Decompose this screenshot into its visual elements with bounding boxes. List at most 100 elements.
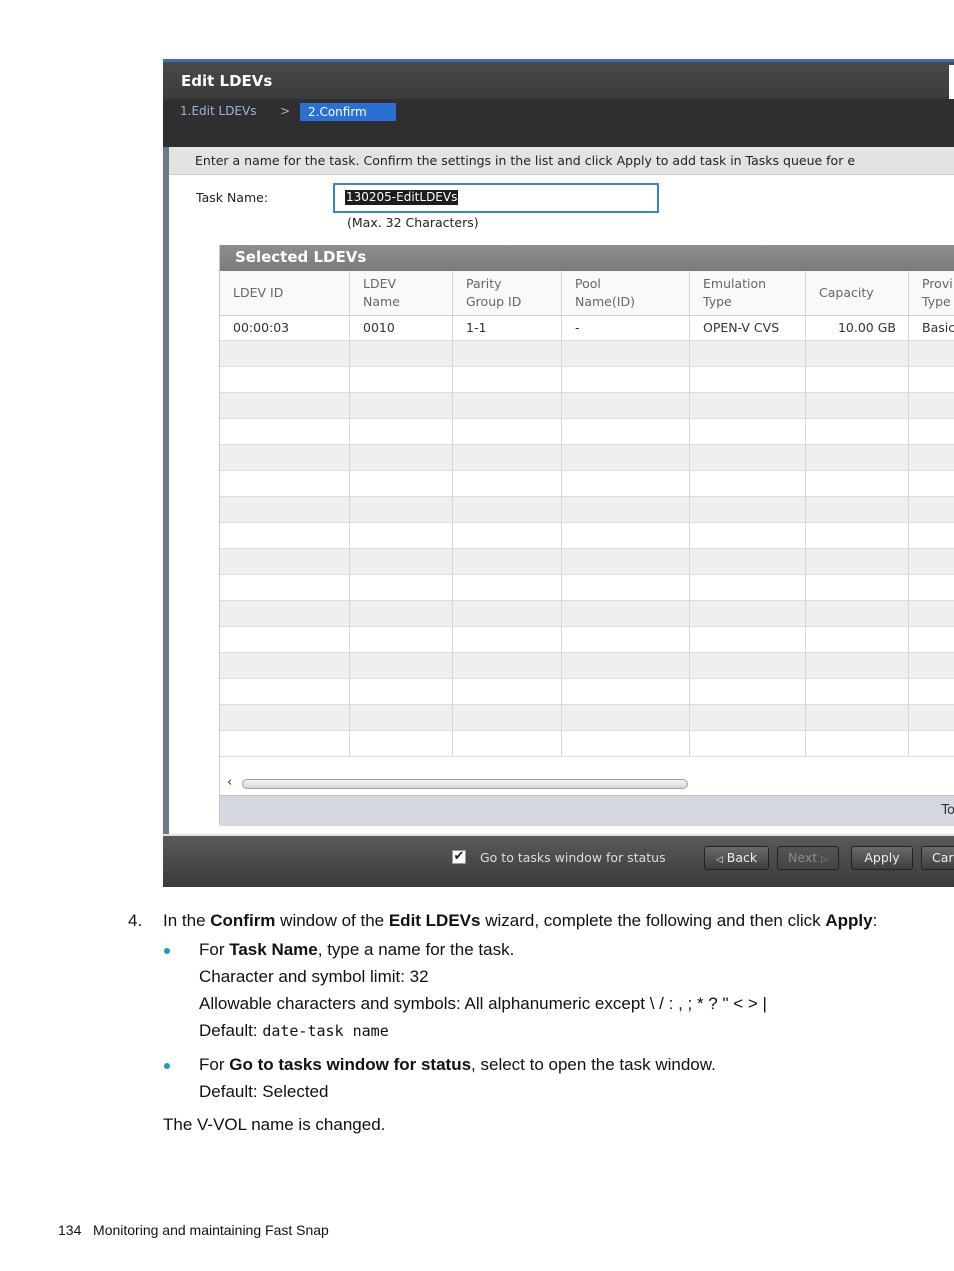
table-row[interactable] bbox=[220, 705, 954, 731]
cell-capacity: 10.00 GB bbox=[806, 315, 909, 340]
cell-capacity bbox=[806, 601, 909, 626]
cell-capacity bbox=[806, 549, 909, 574]
cell-ldev-name bbox=[350, 523, 453, 548]
column-header-ldev-name[interactable]: LDEV Name bbox=[350, 271, 453, 315]
next-button[interactable]: Next ▷ bbox=[777, 846, 839, 870]
step-edit-ldevs[interactable]: 1.Edit LDEVs bbox=[180, 104, 256, 118]
table-row[interactable] bbox=[220, 627, 954, 653]
horizontal-scrollbar[interactable]: ‹ bbox=[220, 773, 954, 795]
cell-parity-group-id bbox=[453, 497, 562, 522]
table-row[interactable] bbox=[220, 731, 954, 757]
cell-ldev-id bbox=[220, 627, 350, 652]
cell-emulation-type bbox=[690, 419, 806, 444]
task-name-input[interactable]: 130205-EditLDEVs bbox=[333, 183, 659, 213]
cell-ldev-name bbox=[350, 601, 453, 626]
table-row[interactable] bbox=[220, 341, 954, 367]
cell-emulation-type bbox=[690, 523, 806, 548]
back-label: Back bbox=[726, 850, 758, 865]
table-row[interactable] bbox=[220, 419, 954, 445]
cell-ldev-id: 00:00:03 bbox=[220, 315, 350, 340]
table-row[interactable] bbox=[220, 653, 954, 679]
cell-parity-group-id bbox=[453, 393, 562, 418]
column-header-line1: LDEV bbox=[363, 276, 397, 291]
back-button[interactable]: ◁ Back bbox=[704, 846, 769, 870]
cell-pool-name bbox=[562, 523, 690, 548]
cell-capacity bbox=[806, 731, 909, 756]
step-confirm[interactable]: 2.Confirm bbox=[300, 103, 396, 121]
cell-ldev-name bbox=[350, 445, 453, 470]
default-label: Default: bbox=[199, 1021, 263, 1040]
cell-capacity bbox=[806, 497, 909, 522]
cell-ldev-name bbox=[350, 575, 453, 600]
cell-capacity bbox=[806, 367, 909, 392]
action-bar: ✔ Go to tasks window for status ◁ Back N… bbox=[163, 834, 954, 887]
cell-provisioning-type bbox=[909, 497, 954, 522]
cell-emulation-type bbox=[690, 731, 806, 756]
default-selected-text: Default: Selected bbox=[199, 1082, 329, 1101]
column-header-line1: Pool bbox=[575, 276, 601, 291]
cell-emulation-type bbox=[690, 549, 806, 574]
scroll-thumb[interactable] bbox=[242, 779, 688, 789]
cell-parity-group-id bbox=[453, 367, 562, 392]
scroll-left-icon[interactable]: ‹ bbox=[227, 775, 232, 790]
table-row[interactable] bbox=[220, 471, 954, 497]
table-row[interactable] bbox=[220, 575, 954, 601]
bullet-dot bbox=[164, 1063, 170, 1069]
cell-ldev-id bbox=[220, 393, 350, 418]
table-row[interactable] bbox=[220, 549, 954, 575]
column-header-parity-group-id[interactable]: Parity Group ID bbox=[453, 271, 562, 315]
allowable-chars-text: Allowable characters and symbols: All al… bbox=[199, 994, 767, 1013]
cell-pool-name bbox=[562, 393, 690, 418]
cell-provisioning-type bbox=[909, 341, 954, 366]
cell-ldev-id bbox=[220, 419, 350, 444]
table-row[interactable] bbox=[220, 679, 954, 705]
table-title: Selected LDEVs bbox=[235, 248, 367, 266]
cell-capacity bbox=[806, 445, 909, 470]
cell-ldev-name bbox=[350, 731, 453, 756]
cell-parity-group-id bbox=[453, 549, 562, 574]
cell-emulation-type bbox=[690, 575, 806, 600]
cell-emulation-type bbox=[690, 367, 806, 392]
cell-ldev-name bbox=[350, 653, 453, 678]
table-row[interactable] bbox=[220, 393, 954, 419]
column-header-pool-name[interactable]: Pool Name(ID) bbox=[562, 271, 690, 315]
step-text-3: wizard, complete the following and then … bbox=[480, 911, 826, 930]
apply-label: Apply bbox=[864, 850, 900, 865]
column-header-ldev-id[interactable]: LDEV ID bbox=[220, 271, 350, 315]
cell-parity-group-id: 1-1 bbox=[453, 315, 562, 340]
bullet2-prefix: For bbox=[199, 1055, 230, 1074]
bullet-go-to-tasks: For Go to tasks window for status, selec… bbox=[199, 1055, 716, 1075]
cell-emulation-type bbox=[690, 445, 806, 470]
table-row[interactable]: 00:00:03 0010 1-1- OPEN-V CVS 10.00 GB Basic bbox=[220, 315, 954, 341]
table-row[interactable] bbox=[220, 523, 954, 549]
cell-parity-group-id bbox=[453, 653, 562, 678]
cell-ldev-id bbox=[220, 679, 350, 704]
step-number: 4. bbox=[128, 911, 143, 930]
cell-ldev-name bbox=[350, 419, 453, 444]
cell-emulation-type: OPEN-V CVS bbox=[690, 315, 806, 340]
table-row[interactable] bbox=[220, 445, 954, 471]
column-header-emulation-type[interactable]: Emulation Type bbox=[690, 271, 806, 315]
cell-ldev-name bbox=[350, 679, 453, 704]
step-text-1: In the bbox=[163, 911, 211, 930]
apply-button[interactable]: Apply bbox=[851, 846, 913, 870]
column-header-line1: Provi bbox=[922, 276, 953, 291]
column-header-line2: Type bbox=[703, 294, 732, 309]
cell-provisioning-type bbox=[909, 367, 954, 392]
cell-provisioning-type bbox=[909, 679, 954, 704]
table-row[interactable] bbox=[220, 601, 954, 627]
table-row[interactable] bbox=[220, 367, 954, 393]
table-row[interactable] bbox=[220, 497, 954, 523]
cell-capacity bbox=[806, 679, 909, 704]
bullet1-prefix: For bbox=[199, 940, 230, 959]
column-header-capacity[interactable]: Capacity bbox=[806, 271, 909, 315]
cell-pool-name bbox=[562, 627, 690, 652]
step-separator: > bbox=[280, 104, 291, 118]
go-to-tasks-checkbox[interactable]: ✔ bbox=[452, 850, 466, 864]
cell-pool-name bbox=[562, 705, 690, 730]
instruction-bar: Enter a name for the task. Confirm the s… bbox=[169, 147, 954, 175]
column-header-provisioning-type[interactable]: Provi Type bbox=[909, 271, 954, 315]
cell-ldev-name bbox=[350, 549, 453, 574]
cell-ldev-id bbox=[220, 549, 350, 574]
cancel-button[interactable]: Car bbox=[921, 846, 954, 870]
